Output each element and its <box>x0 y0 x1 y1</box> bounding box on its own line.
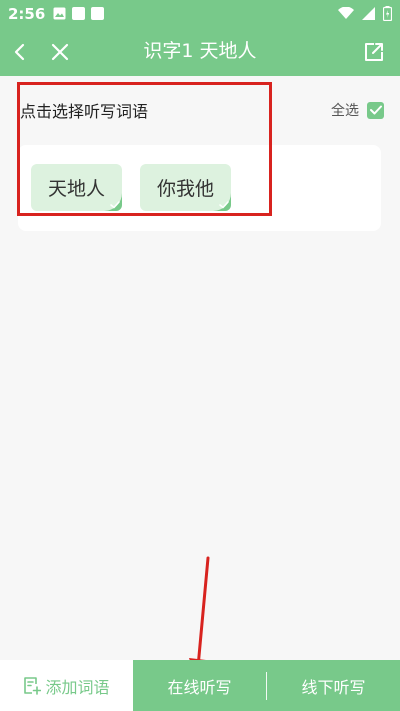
back-button[interactable] <box>0 27 40 76</box>
divider <box>266 671 267 700</box>
wifi-icon <box>338 7 354 19</box>
status-notification-icons <box>53 7 105 20</box>
close-icon <box>51 43 69 60</box>
image-icon <box>53 7 66 20</box>
add-words-label: 添加词语 <box>45 677 110 697</box>
offline-dictation-button[interactable]: 线下听写 <box>267 674 400 698</box>
dictation-mode-group: 在线听写 线下听写 <box>133 660 400 711</box>
online-dictation-button[interactable]: 在线听写 <box>133 674 266 698</box>
status-bar: 2:56 <box>0 0 400 27</box>
select-all-checkbox[interactable] <box>367 101 384 119</box>
word-chip[interactable]: 天地人 <box>31 164 122 211</box>
add-document-icon <box>24 677 42 695</box>
check-icon <box>369 105 382 115</box>
select-all-label: 全选 <box>331 103 359 119</box>
word-list: 天地人 你我他 <box>18 145 381 231</box>
status-time: 2:56 <box>8 4 46 23</box>
chevron-left-icon <box>14 43 25 60</box>
select-all-toggle[interactable]: 全选 <box>331 100 384 120</box>
square-icon <box>91 7 105 20</box>
add-words-button[interactable]: 添加词语 <box>0 660 133 711</box>
close-button[interactable] <box>40 27 80 76</box>
share-button[interactable] <box>354 27 394 76</box>
signal-icon <box>362 7 375 20</box>
selection-prompt: 点击选择听写词语 <box>20 102 149 121</box>
word-chip[interactable]: 你我他 <box>140 164 231 211</box>
screen: 2:56 识字1 天地人 点击选择听写词语 全选 天地人 你我他 添加词语 在线… <box>0 0 400 711</box>
word-chip-label: 你我他 <box>156 178 214 200</box>
share-icon <box>365 42 383 61</box>
selected-check-icon <box>104 193 122 211</box>
selected-check-icon <box>213 193 231 211</box>
bottom-bar: 添加词语 在线听写 线下听写 <box>0 660 400 711</box>
header: 识字1 天地人 <box>0 27 400 76</box>
word-chip-label: 天地人 <box>47 178 105 200</box>
battery-icon <box>383 6 392 21</box>
status-system-icons <box>338 6 392 21</box>
square-icon <box>72 7 86 20</box>
select-row: 点击选择听写词语 全选 <box>20 96 384 124</box>
